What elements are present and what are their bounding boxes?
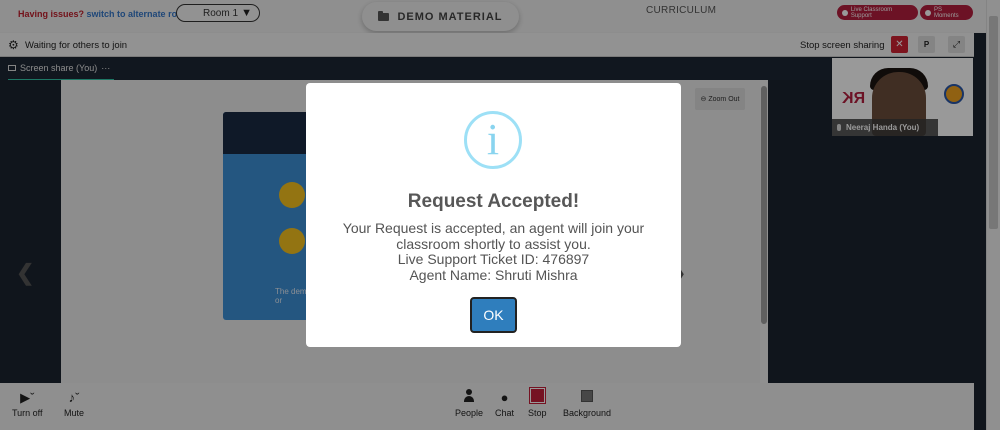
info-icon: i xyxy=(464,111,522,169)
dialog-title: Request Accepted! xyxy=(407,191,580,212)
dialog-message-line1: Your Request is accepted, an agent will … xyxy=(342,220,645,252)
request-accepted-dialog: i Request Accepted! Your Request is acce… xyxy=(306,83,681,347)
agent-name: Agent Name: Shruti Mishra xyxy=(409,266,578,283)
ok-button[interactable]: OK xyxy=(470,297,517,333)
ticket-id: Live Support Ticket ID: 476897 xyxy=(397,251,590,267)
info-icon-glyph: i xyxy=(486,115,500,164)
dialog-message: Your Request is accepted, an agent will … xyxy=(326,220,661,283)
